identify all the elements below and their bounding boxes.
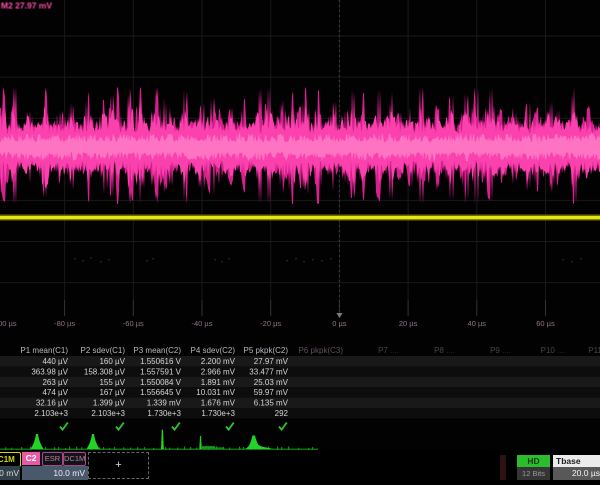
svg-text:1.730e+3: 1.730e+3 xyxy=(147,409,181,418)
svg-text:-60 µs: -60 µs xyxy=(123,319,144,328)
svg-text:363.98 µV: 363.98 µV xyxy=(31,367,68,376)
svg-text:10.031 mV: 10.031 mV xyxy=(196,388,235,397)
svg-text:1.557591 V: 1.557591 V xyxy=(140,367,182,376)
svg-text:1.676 mV: 1.676 mV xyxy=(201,399,236,408)
svg-text:-100 µs: -100 µs xyxy=(0,319,17,328)
svg-text:33.477 mV: 33.477 mV xyxy=(249,367,288,376)
svg-text:P9 ....: P9 .... xyxy=(490,346,511,355)
svg-text:0 µs: 0 µs xyxy=(332,319,347,328)
svg-text:P10 ....: P10 .... xyxy=(541,346,566,355)
svg-text:M2 27.97 mV: M2 27.97 mV xyxy=(1,1,52,11)
svg-text:P4 sdev(C2): P4 sdev(C2) xyxy=(191,346,236,355)
svg-text:2.966 mV: 2.966 mV xyxy=(201,367,236,376)
svg-text:2.200 mV: 2.200 mV xyxy=(201,357,236,366)
svg-text:P3 mean(C2): P3 mean(C2) xyxy=(133,346,181,355)
svg-text:40 µs: 40 µs xyxy=(468,319,487,328)
svg-text:160 µV: 160 µV xyxy=(99,357,125,366)
svg-text:1.399 µV: 1.399 µV xyxy=(93,399,126,408)
svg-text:-20 µs: -20 µs xyxy=(260,319,281,328)
svg-text:P5 pkpk(C2): P5 pkpk(C2) xyxy=(244,346,289,355)
svg-text:P7 ....: P7 .... xyxy=(378,346,399,355)
svg-text:1.550616 V: 1.550616 V xyxy=(140,357,182,366)
svg-text:292: 292 xyxy=(275,409,289,418)
svg-text:P6 pkpk(C3): P6 pkpk(C3) xyxy=(299,346,344,355)
svg-text:60 µs: 60 µs xyxy=(536,319,555,328)
svg-text:1.556645 V: 1.556645 V xyxy=(140,388,182,397)
svg-text:20 µs: 20 µs xyxy=(399,319,418,328)
svg-text:155 µV: 155 µV xyxy=(99,378,125,387)
svg-text:P2 sdev(C1): P2 sdev(C1) xyxy=(81,346,126,355)
svg-text:1.550084 V: 1.550084 V xyxy=(140,378,182,387)
svg-text:P1 mean(C1): P1 mean(C1) xyxy=(20,346,68,355)
svg-text:59.97 mV: 59.97 mV xyxy=(254,388,289,397)
svg-text:1.891 mV: 1.891 mV xyxy=(201,378,236,387)
svg-text:6.135 mV: 6.135 mV xyxy=(254,399,289,408)
svg-text:1.339 mV: 1.339 mV xyxy=(147,399,182,408)
svg-text:-40 µs: -40 µs xyxy=(192,319,213,328)
svg-text:25.03 mV: 25.03 mV xyxy=(254,378,289,387)
svg-text:P11 ....: P11 .... xyxy=(588,346,600,355)
svg-text:P8 ....: P8 .... xyxy=(434,346,455,355)
svg-text:1.730e+3: 1.730e+3 xyxy=(201,409,235,418)
svg-text:32.16 µV: 32.16 µV xyxy=(36,399,69,408)
svg-text:167 µV: 167 µV xyxy=(99,388,125,397)
svg-text:158.308 µV: 158.308 µV xyxy=(84,367,126,376)
svg-text:440 µV: 440 µV xyxy=(42,357,68,366)
svg-text:2.103e+3: 2.103e+3 xyxy=(34,409,68,418)
svg-text:474 µV: 474 µV xyxy=(42,388,68,397)
svg-text:263 µV: 263 µV xyxy=(42,378,68,387)
svg-text:27.97 mV: 27.97 mV xyxy=(254,357,289,366)
svg-text:2.103e+3: 2.103e+3 xyxy=(91,409,125,418)
svg-text:-80 µs: -80 µs xyxy=(54,319,75,328)
